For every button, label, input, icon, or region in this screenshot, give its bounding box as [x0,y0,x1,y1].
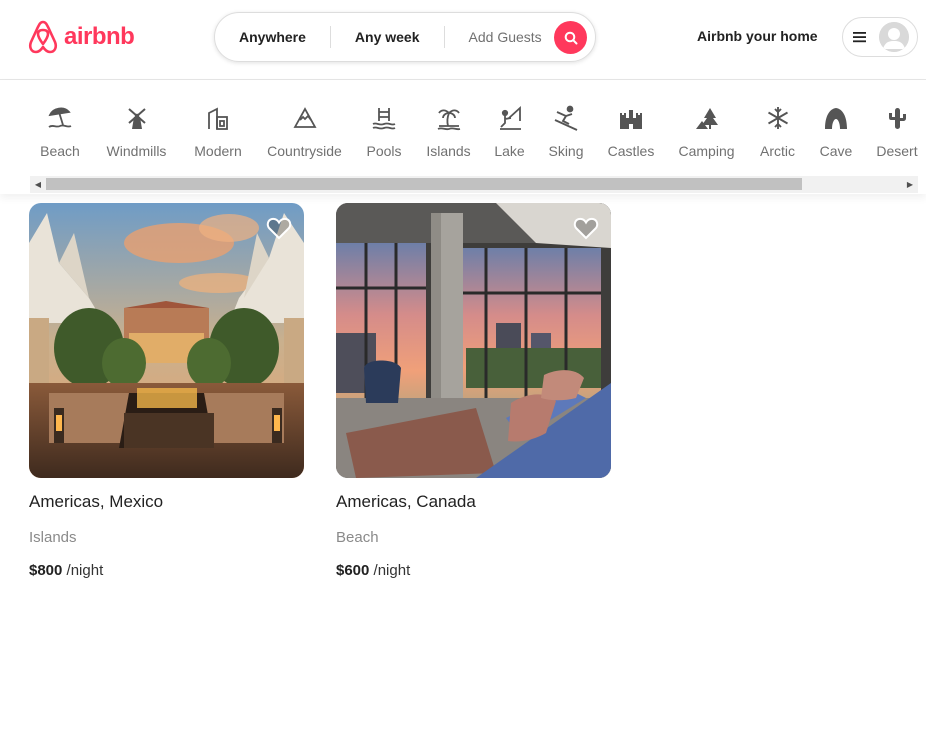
search-button[interactable] [554,21,587,54]
listing-card[interactable]: Americas, Canada Beach $600 /night [336,203,611,579]
category-countryside[interactable]: Countryside [266,104,343,159]
cactus-icon [883,104,911,132]
category-castles[interactable]: Castles [607,104,655,159]
heart-icon[interactable] [266,215,292,241]
snowflake-icon [764,104,792,132]
category-scrollbar[interactable]: ◀ ▶ [30,176,918,193]
fishing-icon [496,104,524,132]
category-modern[interactable]: Modern [193,104,243,159]
category-windmills[interactable]: Windmills [103,104,170,159]
category-arctic[interactable]: Arctic [758,104,797,159]
mountain-icon [291,104,319,132]
heart-icon[interactable] [573,215,599,241]
listing-category: Beach [336,529,379,546]
search-dates[interactable]: Any week [331,29,444,45]
category-label: Beach [40,143,80,159]
listing-photo[interactable] [336,203,611,478]
listing-price-unit: /night [66,562,104,579]
category-label: Arctic [760,143,795,159]
windmill-icon [123,104,151,132]
listing-price: $800 [29,562,63,579]
host-your-home-link[interactable]: Airbnb your home [697,28,818,44]
top-header: airbnb Anywhere Any week Add Guests Airb… [0,0,926,80]
listing-price-unit: /night [373,562,411,579]
category-label: Countryside [267,143,342,159]
category-label: Sking [548,143,584,159]
pool-ladder-icon [370,104,398,132]
cave-icon [822,104,850,132]
category-pools[interactable]: Pools [366,104,402,159]
listing-location: Americas, Canada [336,492,476,511]
airbnb-logo-icon [28,20,58,54]
search-guests[interactable]: Add Guests [445,29,554,45]
user-menu-button[interactable] [842,17,918,57]
skier-icon [552,104,580,132]
category-label: Desert [876,143,918,159]
category-label: Camping [678,143,735,159]
castle-icon [617,104,645,132]
modern-house-icon [204,104,232,132]
user-avatar-icon [879,22,909,52]
scroll-right-arrow-icon[interactable]: ▶ [902,176,918,193]
scrollbar-thumb[interactable] [46,178,802,190]
search-bar[interactable]: Anywhere Any week Add Guests [214,12,596,62]
category-sking[interactable]: Sking [548,104,584,159]
category-bar: Beach Windmills Modern Countryside Pools… [0,80,926,194]
listing-location: Americas, Mexico [29,492,164,511]
category-cave[interactable]: Cave [820,104,852,159]
island-palm-icon [435,104,463,132]
category-label: Lake [494,143,525,159]
brand-name: airbnb [64,23,135,50]
category-list: Beach Windmills Modern Countryside Pools… [0,104,926,164]
category-lake[interactable]: Lake [494,104,525,159]
category-desert[interactable]: Desert [875,104,919,159]
listing-card[interactable]: Americas, Mexico Islands $800 /night [29,203,304,579]
category-label: Pools [366,143,402,159]
category-label: Islands [426,143,471,159]
listing-price-row: $800 /night [29,562,304,579]
category-label: Castles [607,143,655,159]
category-label: Windmills [106,143,167,159]
hamburger-icon [853,32,866,43]
scroll-left-arrow-icon[interactable]: ◀ [30,176,46,193]
listing-photo[interactable] [29,203,304,478]
tent-tree-icon [693,104,721,132]
category-beach[interactable]: Beach [39,104,81,159]
listing-category: Islands [29,529,77,546]
category-camping[interactable]: Camping [678,104,735,159]
search-location[interactable]: Anywhere [215,29,330,45]
beach-umbrella-icon [46,104,74,132]
search-icon [564,31,577,44]
category-label: Cave [819,143,853,159]
category-label: Modern [194,143,242,159]
airbnb-logo[interactable]: airbnb [28,20,135,54]
category-islands[interactable]: Islands [425,104,472,159]
listing-price: $600 [336,562,370,579]
listing-price-row: $600 /night [336,562,611,579]
